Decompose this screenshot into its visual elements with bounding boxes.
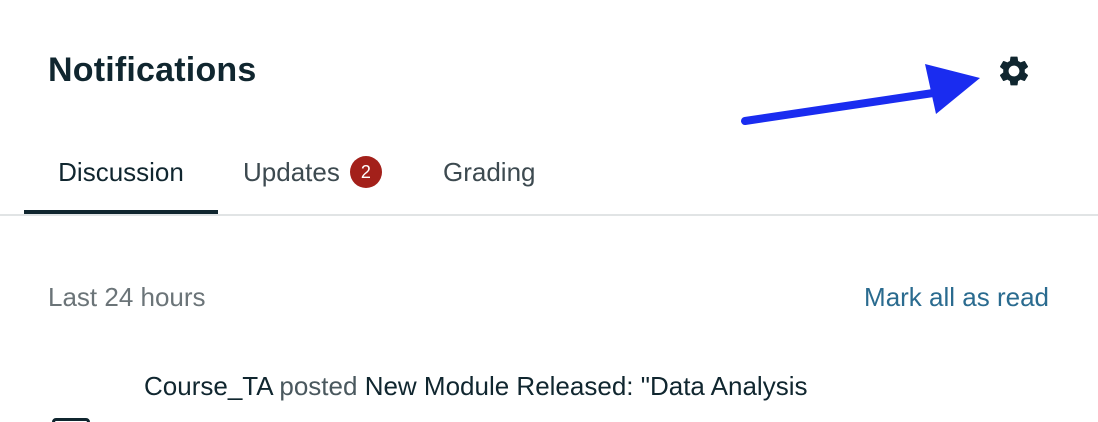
tab-updates[interactable]: Updates 2 <box>243 130 382 214</box>
tab-grading[interactable]: Grading <box>443 130 536 214</box>
section-heading: Last 24 hours <box>48 282 206 312</box>
notification-text: Course_TA posted New Module Released: "D… <box>144 370 807 402</box>
updates-count-badge: 2 <box>349 156 382 188</box>
settings-button[interactable] <box>994 51 1034 91</box>
page-title: Notifications <box>48 51 257 89</box>
gear-icon <box>999 56 1029 86</box>
notification-verb: posted <box>279 371 358 401</box>
notification-subject: New Module Released: "Data Analysis <box>364 371 808 401</box>
mark-all-read-link[interactable]: Mark all as read <box>864 280 1049 314</box>
tab-label: Updates <box>243 156 340 187</box>
tab-label: Grading <box>443 156 536 187</box>
notification-author: Course_TA <box>144 371 273 401</box>
notification-item[interactable]: Course_TA posted New Module Released: "D… <box>0 362 1098 422</box>
notifications-panel: Notifications Discussion Updates 2 Gradi… <box>0 0 1098 422</box>
tabs-divider <box>0 214 1098 216</box>
tab-label: Discussion <box>58 156 184 187</box>
tab-discussion[interactable]: Discussion <box>24 130 218 214</box>
post-icon <box>52 418 90 422</box>
notification-tabs: Discussion Updates 2 Grading <box>0 130 1098 216</box>
